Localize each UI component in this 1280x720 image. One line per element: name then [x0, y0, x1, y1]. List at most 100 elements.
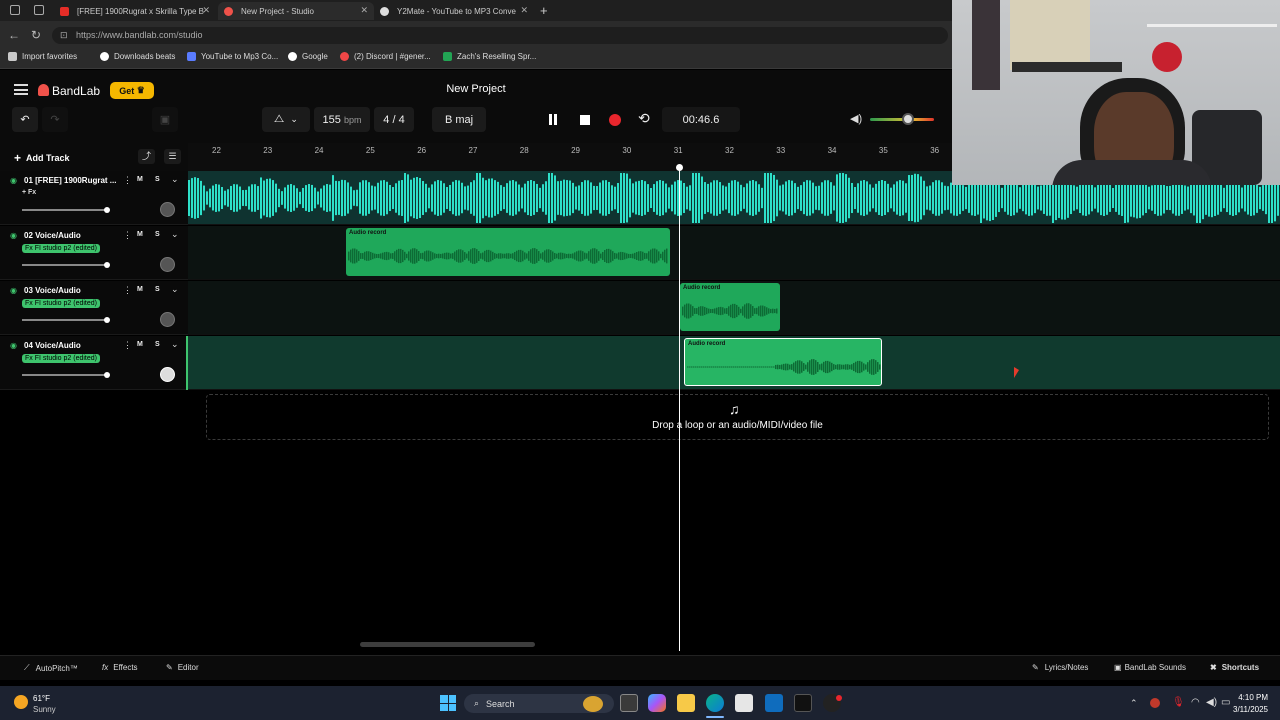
bookmark-google[interactable]: Google [288, 52, 328, 61]
track-pan-knob[interactable] [160, 257, 175, 272]
track-header-2[interactable]: ◉ 02 Voice/Audio ⋮ M S ⌄ Fx FI studio p2… [0, 226, 188, 280]
microphone-icon[interactable]: ◉ [10, 286, 17, 295]
bookmark-import-favorites[interactable]: Import favorites [8, 52, 77, 61]
editor-button[interactable]: ✎ Editor [166, 663, 199, 672]
bookmark-zachs-reselling[interactable]: Zach's Reselling Spr... [443, 52, 536, 61]
effects-button[interactable]: fx Effects [102, 663, 138, 672]
track-volume-slider[interactable] [22, 264, 107, 266]
task-view-icon[interactable] [620, 694, 638, 712]
track-volume-handle[interactable] [104, 262, 110, 268]
loop-button[interactable]: ⟲ [638, 110, 650, 127]
mute-master-icon[interactable]: ◀) [850, 112, 862, 125]
tab-youtube[interactable]: [FREE] 1900Rugrat x Skrilla Type B ✕ [54, 2, 216, 20]
track-volume-handle[interactable] [104, 207, 110, 213]
close-tab-icon[interactable]: ✕ [202, 5, 210, 16]
url-field[interactable]: ⊡ https://www.bandlab.com/studio [52, 27, 948, 44]
back-icon[interactable]: ← [8, 28, 20, 42]
track-pan-knob[interactable] [160, 202, 175, 217]
weather-temp[interactable]: 61°F [33, 694, 50, 703]
copilot-icon[interactable] [648, 694, 666, 712]
timeline-ruler[interactable] [188, 143, 952, 171]
more-options-icon[interactable]: ⋮ [123, 230, 132, 241]
edge-icon[interactable] [706, 694, 724, 712]
wifi-icon[interactable]: ◠ [1191, 697, 1200, 708]
solo-button[interactable]: S [155, 286, 160, 293]
tray-app-icon[interactable] [1150, 698, 1160, 708]
windows-start-icon[interactable] [440, 695, 456, 711]
horizontal-scrollbar[interactable] [360, 642, 535, 647]
metronome-button[interactable]: ⧍ ⌄ [262, 107, 310, 132]
weather-icon[interactable] [14, 695, 28, 709]
outlook-icon[interactable] [765, 694, 783, 712]
bandlab-logo-text[interactable]: BandLab [52, 84, 100, 98]
file-explorer-icon[interactable] [677, 694, 695, 712]
audio-clip[interactable]: Audio record [684, 338, 882, 386]
track-pan-knob[interactable] [160, 312, 175, 327]
tab-y2mate[interactable]: Y2Mate - YouTube to MP3 Conve ✕ [374, 2, 534, 20]
mute-button[interactable]: M [137, 231, 143, 238]
track-volume-slider[interactable] [22, 319, 107, 321]
track-name[interactable]: 04 Voice/Audio [24, 341, 81, 350]
close-tab-icon[interactable]: ✕ [360, 5, 368, 16]
speaker-icon[interactable]: ◀) [1206, 697, 1217, 708]
more-options-icon[interactable]: ⋮ [123, 340, 132, 351]
tab-actions-icon[interactable] [34, 5, 44, 15]
more-options-icon[interactable]: ⋮ [123, 175, 132, 186]
track-name[interactable]: 01 [FREE] 1900Rugrat ... [24, 176, 116, 185]
track-fx-button[interactable]: + Fx [22, 189, 36, 196]
solo-button[interactable]: S [155, 176, 160, 183]
bookmark-discord[interactable]: (2) Discord | #gener... [340, 52, 431, 61]
store-icon[interactable] [735, 694, 753, 712]
playhead-handle[interactable] [675, 164, 683, 171]
track-volume-slider[interactable] [22, 374, 107, 376]
lyrics-notes-button[interactable]: ✎ Lyrics/Notes [1032, 663, 1088, 672]
clock-date[interactable]: 3/11/2025 [1222, 705, 1268, 714]
refresh-icon[interactable]: ↻ [31, 28, 41, 42]
undo-button[interactable]: ↶ [12, 107, 38, 132]
track-header-1[interactable]: ◉ 01 [FREE] 1900Rugrat ... ⋮ M S ⌄ + Fx [0, 171, 188, 225]
mute-button[interactable]: M [137, 286, 143, 293]
microphone-icon[interactable]: ◉ [10, 341, 17, 350]
get-membership-button[interactable]: Get ♛ [110, 82, 154, 99]
track-fx-button[interactable]: Fx FI studio p2 (edited) [22, 244, 100, 253]
microphone-icon[interactable]: ◉ [10, 176, 17, 185]
shortcuts-button[interactable]: ✖ Shortcuts [1210, 663, 1259, 672]
bookmark-downloads-beats[interactable]: Downloads beats [100, 52, 175, 61]
mixer-toggle[interactable]: ☰ [164, 149, 181, 164]
menu-icon[interactable] [14, 84, 28, 95]
track-header-3[interactable]: ◉ 03 Voice/Audio ⋮ M S ⌄ Fx FI studio p2… [0, 281, 188, 335]
audio-clip[interactable]: Audio record [680, 283, 780, 331]
microphone-icon[interactable]: ◉ [10, 231, 17, 240]
track-fx-button[interactable]: Fx FI studio p2 (edited) [22, 299, 100, 308]
chevron-down-icon[interactable]: ⌄ [171, 339, 179, 350]
close-tab-icon[interactable]: ✕ [520, 5, 528, 16]
time-signature-control[interactable]: 4 / 4 [374, 107, 414, 132]
autopitch-button[interactable]: ⟋ AutoPitch™ [24, 663, 78, 673]
track-volume-handle[interactable] [104, 317, 110, 323]
clock-time[interactable]: 4:10 PM [1232, 693, 1268, 702]
track-volume-handle[interactable] [104, 372, 110, 378]
pause-button[interactable] [549, 114, 552, 125]
track-name[interactable]: 03 Voice/Audio [24, 286, 81, 295]
new-tab-icon[interactable]: + [540, 3, 548, 18]
solo-button[interactable]: S [155, 231, 160, 238]
playhead[interactable] [678, 166, 680, 651]
tab-bandlab-studio[interactable]: New Project - Studio ✕ [218, 2, 374, 20]
automation-toggle[interactable]: ⤴ [138, 149, 155, 164]
microphone-icon[interactable]: 🎙 [1172, 697, 1185, 708]
workspaces-icon[interactable] [10, 5, 20, 15]
chevron-down-icon[interactable]: ⌄ [171, 229, 179, 240]
track-volume-slider[interactable] [22, 209, 107, 211]
apple-tv-icon[interactable] [794, 694, 812, 712]
track-header-4[interactable]: ◉ 04 Voice/Audio ⋮ M S ⌄ Fx FI studio p2… [0, 336, 188, 390]
more-options-icon[interactable]: ⋮ [123, 285, 132, 296]
mute-button[interactable]: M [137, 176, 143, 183]
track-fx-button[interactable]: Fx FI studio p2 (edited) [22, 354, 100, 363]
bandlab-sounds-button[interactable]: ▣ BandLab Sounds [1114, 663, 1186, 672]
track-name[interactable]: 02 Voice/Audio [24, 231, 81, 240]
chevron-up-icon[interactable]: ⌃ [1130, 698, 1138, 709]
record-button[interactable] [609, 114, 621, 126]
bookmark-youtube-mp3[interactable]: YouTube to Mp3 Co... [187, 52, 278, 61]
track-pan-knob[interactable] [160, 367, 175, 382]
add-track-button[interactable]: + Add Track [14, 151, 70, 165]
